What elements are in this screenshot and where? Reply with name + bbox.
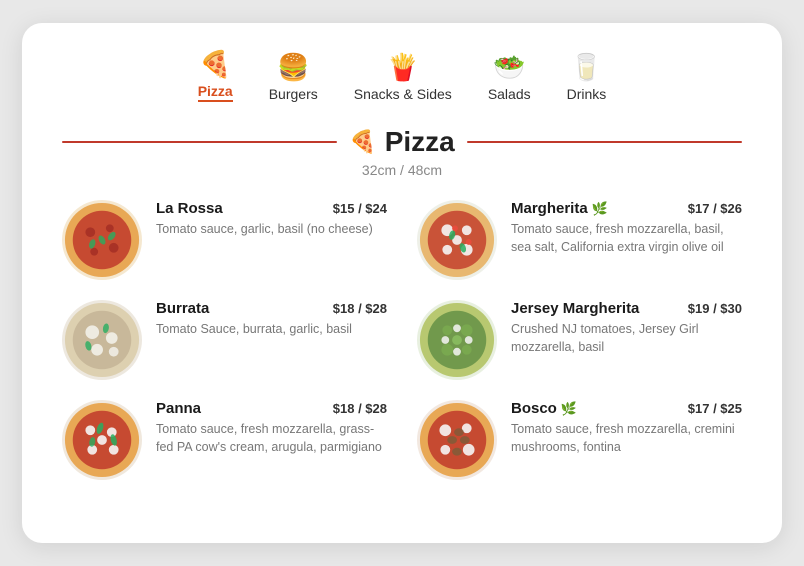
margherita-price: $17 / $26 [688, 201, 742, 216]
la-rossa-price: $15 / $24 [333, 201, 387, 216]
nav-item-drinks[interactable]: 🥛 Drinks [567, 54, 607, 102]
la-rossa-description: Tomato sauce, garlic, basil (no cheese) [156, 220, 387, 238]
section-subtitle: 32cm / 48cm [62, 162, 742, 178]
panna-image [62, 400, 142, 480]
bosco-price: $17 / $25 [688, 401, 742, 416]
snacks-nav-icon: 🍟 [387, 54, 419, 80]
menu-item-la-rossa[interactable]: La Rossa $15 / $24 Tomato sauce, garlic,… [62, 200, 387, 280]
menu-item-jersey-margherita[interactable]: Jersey Margherita $19 / $30 Crushed NJ t… [417, 300, 742, 380]
jersey-margherita-price: $19 / $30 [688, 301, 742, 316]
menu-item-bosco[interactable]: Bosco🌿 $17 / $25 Tomato sauce, fresh moz… [417, 400, 742, 480]
margherita-image [417, 200, 497, 280]
bosco-name-row: Bosco🌿 $17 / $25 [511, 400, 742, 417]
menu-item-panna[interactable]: Panna $18 / $28 Tomato sauce, fresh mozz… [62, 400, 387, 480]
margherita-name: Margherita🌿 [511, 200, 608, 217]
snacks-nav-label: Snacks & Sides [354, 86, 452, 102]
margherita-description: Tomato sauce, fresh mozzarella, basil, s… [511, 220, 742, 256]
margherita-name-row: Margherita🌿 $17 / $26 [511, 200, 742, 217]
burrata-name: Burrata [156, 300, 209, 317]
burrata-image [62, 300, 142, 380]
burrata-description: Tomato Sauce, burrata, garlic, basil [156, 320, 387, 338]
burgers-nav-icon: 🍔 [277, 54, 309, 80]
bosco-badge-icon: 🌿 [561, 401, 577, 417]
jersey-margherita-description: Crushed NJ tomatoes, Jersey Girl mozzare… [511, 320, 742, 356]
panna-price: $18 / $28 [333, 401, 387, 416]
menu-item-burrata[interactable]: Burrata $18 / $28 Tomato Sauce, burrata,… [62, 300, 387, 380]
bosco-name: Bosco🌿 [511, 400, 577, 417]
pizza-nav-label: Pizza [198, 83, 233, 102]
burgers-nav-label: Burgers [269, 86, 318, 102]
drinks-nav-icon: 🥛 [570, 54, 602, 80]
menu-grid: La Rossa $15 / $24 Tomato sauce, garlic,… [62, 200, 742, 480]
salads-nav-icon: 🥗 [493, 54, 525, 80]
nav-item-burgers[interactable]: 🍔 Burgers [269, 54, 318, 102]
margherita-badge-icon: 🌿 [592, 201, 608, 217]
la-rossa-image [62, 200, 142, 280]
bosco-info: Bosco🌿 $17 / $25 Tomato sauce, fresh moz… [511, 400, 742, 456]
jersey-margherita-info: Jersey Margherita $19 / $30 Crushed NJ t… [511, 300, 742, 356]
section-header: 🍕 Pizza [62, 126, 742, 158]
jersey-margherita-name-row: Jersey Margherita $19 / $30 [511, 300, 742, 317]
nav-item-salads[interactable]: 🥗 Salads [488, 54, 531, 102]
burrata-name-row: Burrata $18 / $28 [156, 300, 387, 317]
section-title: 🍕 Pizza [349, 126, 454, 158]
jersey-margherita-image [417, 300, 497, 380]
burrata-price: $18 / $28 [333, 301, 387, 316]
category-nav: 🍕 Pizza 🍔 Burgers 🍟 Snacks & Sides 🥗 Sal… [62, 51, 742, 102]
margherita-info: Margherita🌿 $17 / $26 Tomato sauce, fres… [511, 200, 742, 256]
nav-item-pizza[interactable]: 🍕 Pizza [198, 51, 233, 102]
la-rossa-info: La Rossa $15 / $24 Tomato sauce, garlic,… [156, 200, 387, 238]
section-pizza-icon: 🍕 [349, 129, 376, 155]
panna-name-row: Panna $18 / $28 [156, 400, 387, 417]
la-rossa-name: La Rossa [156, 200, 223, 217]
menu-item-margherita[interactable]: Margherita🌿 $17 / $26 Tomato sauce, fres… [417, 200, 742, 280]
panna-description: Tomato sauce, fresh mozzarella, grass-fe… [156, 420, 387, 456]
drinks-nav-label: Drinks [567, 86, 607, 102]
la-rossa-name-row: La Rossa $15 / $24 [156, 200, 387, 217]
bosco-description: Tomato sauce, fresh mozzarella, cremini … [511, 420, 742, 456]
burrata-info: Burrata $18 / $28 Tomato Sauce, burrata,… [156, 300, 387, 338]
salads-nav-label: Salads [488, 86, 531, 102]
menu-card: 🍕 Pizza 🍔 Burgers 🍟 Snacks & Sides 🥗 Sal… [22, 23, 782, 543]
pizza-nav-icon: 🍕 [199, 51, 231, 77]
panna-info: Panna $18 / $28 Tomato sauce, fresh mozz… [156, 400, 387, 456]
panna-name: Panna [156, 400, 201, 417]
bosco-image [417, 400, 497, 480]
nav-item-snacks[interactable]: 🍟 Snacks & Sides [354, 54, 452, 102]
jersey-margherita-name: Jersey Margherita [511, 300, 639, 317]
